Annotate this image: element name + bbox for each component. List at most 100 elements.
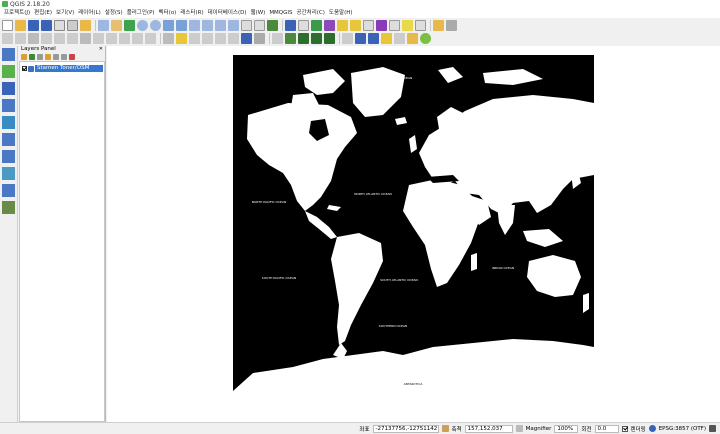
menu-help[interactable]: 도움말(H)	[327, 9, 355, 18]
redo-icon[interactable]	[145, 33, 156, 44]
pan-hand-icon[interactable]	[111, 20, 122, 31]
delete-selected-icon[interactable]	[80, 33, 91, 44]
add-spatialite-layer-icon[interactable]	[2, 99, 15, 112]
magnifier-field[interactable]: 100%	[554, 424, 579, 433]
zoom-out-icon[interactable]	[150, 20, 161, 31]
pan-map-icon[interactable]	[98, 20, 109, 31]
add-postgis-layer-icon[interactable]	[2, 82, 15, 95]
add-wfs-layer-icon[interactable]	[2, 184, 15, 197]
diagram-icon[interactable]	[254, 33, 265, 44]
new-bookmark-icon[interactable]	[241, 20, 252, 31]
open-project-icon[interactable]	[15, 20, 26, 31]
render-checkbox[interactable]	[621, 425, 628, 432]
menu-database[interactable]: 데이터베이스(D)	[206, 9, 249, 18]
add-raster-layer-icon[interactable]	[2, 65, 15, 78]
menu-project[interactable]: 프로젝트(J)	[2, 9, 32, 18]
close-icon[interactable]: ✕	[99, 46, 103, 53]
label-tool-icon[interactable]	[163, 33, 174, 44]
filter-icon[interactable]	[45, 54, 51, 60]
add-wms-layer-icon[interactable]	[2, 150, 15, 163]
zoom-last-icon[interactable]	[215, 20, 226, 31]
label-properties-icon[interactable]	[241, 33, 252, 44]
map-canvas[interactable]: ARCTIC OCEAN NORTH ATLANTIC OCEAN NORTH …	[107, 46, 720, 422]
open-attribute-table-icon[interactable]	[298, 20, 309, 31]
zoom-in-icon[interactable]	[137, 20, 148, 31]
georeferencer-icon[interactable]	[355, 33, 366, 44]
menu-processing[interactable]: 공간처리(C)	[295, 9, 327, 18]
menu-web[interactable]: 웹(W)	[249, 9, 268, 18]
layer-visibility-checkbox[interactable]	[22, 66, 27, 71]
show-hide-labels-icon[interactable]	[189, 33, 200, 44]
scale-lock-icon[interactable]	[441, 425, 449, 432]
menu-vector[interactable]: 벡터(o)	[157, 9, 179, 18]
digitize-icon[interactable]	[272, 33, 283, 44]
coordinate-field[interactable]: -27137756,-12751142	[372, 424, 439, 433]
rotation-field[interactable]: 0.0	[594, 424, 619, 433]
save-project-icon[interactable]	[28, 20, 39, 31]
menu-settings[interactable]: 설정(S)	[103, 9, 125, 18]
world-map[interactable]: ARCTIC OCEAN NORTH ATLANTIC OCEAN NORTH …	[233, 55, 594, 414]
add-oracle-layer-icon[interactable]	[2, 133, 15, 146]
field-calculator-icon[interactable]	[311, 20, 322, 31]
satellite-icon[interactable]	[381, 33, 392, 44]
cloud-icon[interactable]	[446, 20, 457, 31]
zoom-next-icon[interactable]	[228, 20, 239, 31]
collapse-all-icon[interactable]	[61, 54, 67, 60]
select-by-expression-icon[interactable]	[350, 20, 361, 31]
pan-to-selection-icon[interactable]	[124, 20, 135, 31]
move-feature-icon[interactable]	[54, 33, 65, 44]
messages-icon[interactable]	[709, 425, 716, 432]
menu-plugins[interactable]: 플러그인(P)	[125, 9, 157, 18]
layer-name[interactable]: Stamen Toner/OSM	[35, 65, 103, 72]
scale-field[interactable]: 157,152,037	[464, 424, 513, 433]
menu-edit[interactable]: 편집(E)	[32, 9, 54, 18]
style-icon[interactable]	[21, 54, 27, 60]
python-console-icon[interactable]	[285, 33, 296, 44]
sum-icon[interactable]	[376, 20, 387, 31]
add-group-icon[interactable]	[29, 54, 35, 60]
gps-icon[interactable]	[368, 33, 379, 44]
refresh-icon[interactable]	[267, 20, 278, 31]
db-manager-icon[interactable]	[407, 33, 418, 44]
zoom-selection-icon[interactable]	[189, 20, 200, 31]
remove-layer-icon[interactable]	[69, 54, 75, 60]
save-as-icon[interactable]	[41, 20, 52, 31]
crs-label[interactable]: EPSG:3857 (OTF)	[659, 426, 706, 432]
manage-map-themes-icon[interactable]	[37, 54, 43, 60]
plugin-3-icon[interactable]	[324, 33, 335, 44]
menu-raster[interactable]: 래스터(R)	[178, 9, 205, 18]
text-annotation-icon[interactable]	[415, 20, 426, 31]
composer-manager-icon[interactable]	[67, 20, 78, 31]
add-delimited-text-icon[interactable]	[2, 201, 15, 214]
menu-layer[interactable]: 레이어(L)	[76, 9, 103, 18]
add-wcs-layer-icon[interactable]	[2, 167, 15, 180]
lock-icon[interactable]	[515, 425, 523, 432]
open-folder-icon[interactable]	[80, 20, 91, 31]
save-edits-icon[interactable]	[28, 33, 39, 44]
zoom-native-icon[interactable]	[163, 20, 174, 31]
add-feature-icon[interactable]	[41, 33, 52, 44]
crs-globe-icon[interactable]	[648, 425, 656, 432]
add-mssql-layer-icon[interactable]	[2, 116, 15, 129]
print-icon[interactable]	[394, 33, 405, 44]
change-label-icon[interactable]	[228, 33, 239, 44]
plugin-icon[interactable]	[298, 33, 309, 44]
qgis-cloud-icon[interactable]	[420, 33, 431, 44]
toggle-editing-icon[interactable]	[15, 33, 26, 44]
menu-view[interactable]: 보기(V)	[54, 9, 76, 18]
paste-features-icon[interactable]	[119, 33, 130, 44]
new-project-icon[interactable]	[2, 20, 13, 31]
add-xyz-icon[interactable]	[342, 33, 353, 44]
plugin-2-icon[interactable]	[311, 33, 322, 44]
pin-labels-icon[interactable]	[176, 33, 187, 44]
show-bookmarks-icon[interactable]	[254, 20, 265, 31]
zoom-layer-icon[interactable]	[202, 20, 213, 31]
expand-all-icon[interactable]	[53, 54, 59, 60]
print-composer-icon[interactable]	[54, 20, 65, 31]
layer-group-icon[interactable]	[433, 20, 444, 31]
menu-mmqgis[interactable]: MMQGIS	[267, 9, 294, 18]
current-edits-icon[interactable]	[2, 33, 13, 44]
measure-icon[interactable]	[389, 20, 400, 31]
map-tips-icon[interactable]	[402, 20, 413, 31]
copy-features-icon[interactable]	[106, 33, 117, 44]
